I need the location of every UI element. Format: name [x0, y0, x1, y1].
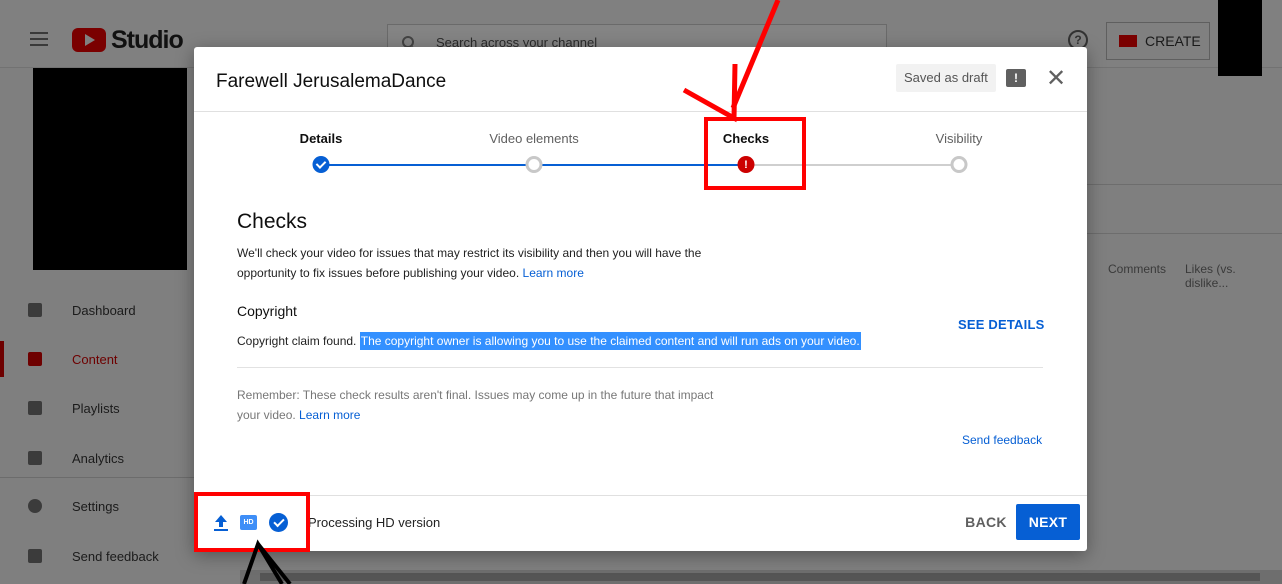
section-divider: [237, 367, 1043, 368]
report-feedback-icon[interactable]: !: [1006, 69, 1026, 87]
step-visibility-label[interactable]: Visibility: [936, 131, 983, 146]
learn-more-link[interactable]: Learn more: [523, 266, 584, 280]
video-camera-icon: [1119, 35, 1137, 47]
analytics-icon: [28, 451, 42, 465]
annotation-box-checks: [704, 117, 806, 190]
checks-heading: Checks: [237, 210, 308, 233]
annotation-box-footer-icons: [194, 492, 310, 552]
checks-description-text: We'll check your video for issues that m…: [237, 246, 702, 280]
sidebar-divider: [0, 477, 194, 478]
dialog-header: Farewell JerusalemaDance Saved as draft …: [194, 47, 1087, 112]
step-details-label[interactable]: Details: [300, 131, 343, 146]
sidebar-item-settings[interactable]: Settings: [0, 482, 194, 530]
step-pending-icon[interactable]: [950, 156, 968, 173]
background-divider: [1087, 184, 1282, 185]
step-done-check-icon[interactable]: [312, 156, 330, 173]
checks-description: We'll check your video for issues that m…: [237, 243, 757, 283]
copyright-claim-text: Copyright claim found. The copyright own…: [237, 332, 861, 350]
sidebar-item-label: Analytics: [72, 450, 125, 466]
redacted-avatar: [1218, 0, 1262, 76]
step-pending-icon[interactable]: [525, 156, 543, 173]
step-video-elements-label[interactable]: Video elements: [489, 131, 578, 146]
youtube-logo-icon: [72, 28, 106, 52]
sidebar-item-content[interactable]: Content: [0, 335, 194, 383]
gear-icon: [28, 499, 42, 513]
status-badge: Saved as draft: [896, 64, 996, 92]
copyright-heading: Copyright: [237, 303, 297, 319]
see-details-button[interactable]: SEE DETAILS: [958, 317, 1044, 332]
scrollbar-thumb[interactable]: [260, 573, 1260, 581]
sidebar-item-label: Dashboard: [72, 302, 136, 318]
dialog-footer: HD Processing HD version BACK NEXT: [194, 495, 1087, 551]
back-button[interactable]: BACK: [956, 504, 1016, 540]
content-icon: [28, 352, 42, 366]
feedback-icon: [28, 549, 42, 563]
sidebar-item-label: Content: [72, 351, 118, 367]
studio-logo[interactable]: Studio: [72, 25, 184, 54]
sidebar-item-label: Settings: [72, 498, 119, 514]
sidebar-item-playlists[interactable]: Playlists: [0, 384, 194, 432]
processing-status: Processing HD version: [308, 515, 441, 530]
sidebar-item-dashboard[interactable]: Dashboard: [0, 286, 194, 334]
redacted-channel-info: [33, 68, 187, 270]
create-button[interactable]: CREATE: [1106, 22, 1210, 60]
sidebar-item-label: Send feedback: [72, 548, 159, 564]
next-button[interactable]: NEXT: [1016, 504, 1080, 540]
sidebar-item-label: Playlists: [72, 400, 120, 416]
send-feedback-link[interactable]: Send feedback: [962, 433, 1042, 447]
claim-prefix: Copyright claim found.: [237, 334, 357, 348]
sidebar-item-analytics[interactable]: Analytics: [0, 434, 194, 482]
column-header-likes[interactable]: Likes (vs. dislike...: [1185, 262, 1282, 290]
sidebar-item-send-feedback[interactable]: Send feedback: [0, 532, 194, 580]
learn-more-link[interactable]: Learn more: [299, 408, 360, 422]
close-icon[interactable]: ✕: [1046, 67, 1066, 91]
upload-dialog: Farewell JerusalemaDance Saved as draft …: [194, 47, 1087, 551]
dialog-title: Farewell JerusalemaDance: [216, 71, 447, 92]
remember-note: Remember: These check results aren't fin…: [237, 385, 717, 425]
claim-highlighted-text: The copyright owner is allowing you to u…: [359, 332, 861, 350]
dashboard-icon: [28, 303, 42, 317]
column-header-comments[interactable]: Comments: [1108, 262, 1166, 276]
logo-text: Studio: [111, 25, 184, 54]
create-label: CREATE: [1145, 33, 1201, 49]
background-divider: [1087, 233, 1282, 234]
playlists-icon: [28, 401, 42, 415]
menu-icon[interactable]: [30, 32, 48, 46]
horizontal-scrollbar[interactable]: [240, 570, 1282, 584]
